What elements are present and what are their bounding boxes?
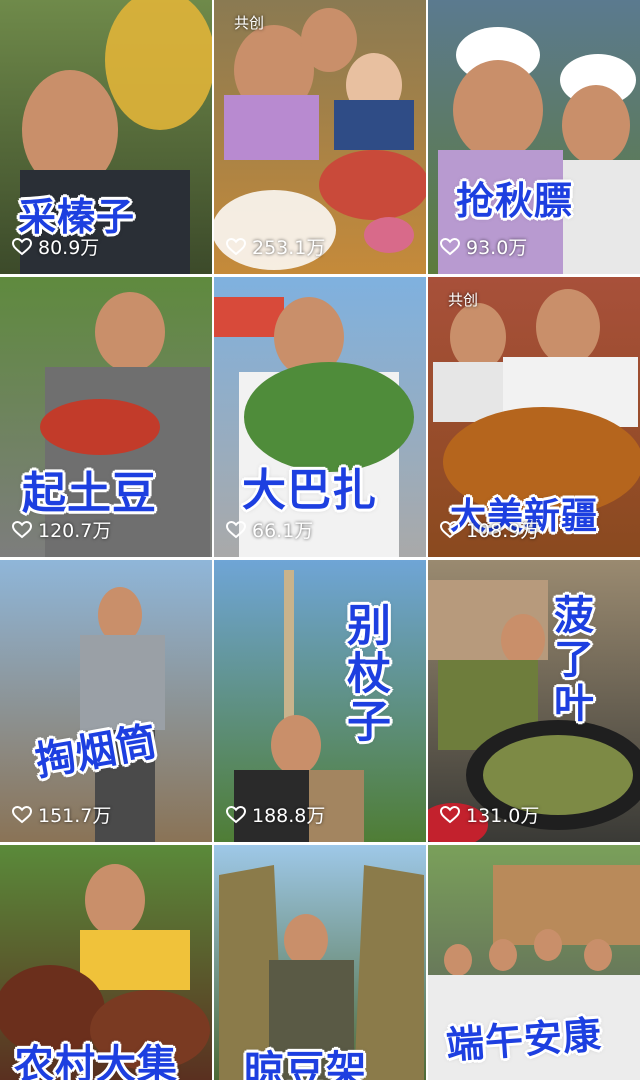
collab-badge: 共创 bbox=[234, 14, 265, 32]
video-tile[interactable]: 菠了叶 131.0万 bbox=[428, 560, 640, 842]
like-count-text: 80.9万 bbox=[38, 237, 100, 259]
video-title: 采榛子 bbox=[17, 195, 136, 239]
heart-icon bbox=[440, 805, 460, 824]
like-count: 120.7万 bbox=[12, 516, 111, 543]
heart-icon bbox=[12, 237, 32, 256]
video-tile[interactable]: 大巴扎 66.1万 bbox=[214, 277, 426, 557]
video-title: 别杖子 bbox=[338, 601, 391, 747]
like-count-text: 253.1万 bbox=[252, 237, 326, 259]
heart-icon bbox=[440, 520, 460, 539]
thumbnail-scene bbox=[219, 865, 424, 1080]
video-tile[interactable]: 共创 253.1万 bbox=[214, 0, 426, 274]
video-title: 农村大集 bbox=[13, 1042, 178, 1080]
like-count: 188.8万 bbox=[226, 801, 325, 828]
video-title: 起土豆 bbox=[21, 468, 157, 519]
heart-icon bbox=[12, 520, 32, 539]
thumbnail-scene bbox=[80, 587, 165, 842]
video-grid: 采榛子 80.9万 共创 253.1万 抢秋膘 93.0万 起土豆 120.7万… bbox=[0, 0, 640, 1080]
like-count-text: 131.0万 bbox=[466, 805, 540, 827]
heart-icon bbox=[226, 520, 246, 539]
like-count-text: 66.1万 bbox=[252, 520, 314, 542]
like-count-text: 151.7万 bbox=[38, 805, 112, 827]
collab-badge: 共创 bbox=[448, 291, 479, 309]
video-tile[interactable]: 端午安康 bbox=[428, 845, 640, 1080]
like-count-text: 120.7万 bbox=[38, 520, 112, 542]
video-tile[interactable]: 采榛子 80.9万 bbox=[0, 0, 212, 274]
video-tile[interactable]: 起土豆 120.7万 bbox=[0, 277, 212, 557]
video-title: 抢秋膘 bbox=[455, 179, 574, 223]
heart-icon bbox=[226, 237, 246, 256]
like-count: 80.9万 bbox=[12, 233, 99, 260]
thumbnail-scene bbox=[234, 570, 364, 842]
video-tile[interactable]: 共创 大美新疆 108.9万 bbox=[428, 277, 640, 557]
video-tile[interactable]: 晾豆架 bbox=[214, 845, 426, 1080]
video-tile[interactable]: 别杖子 188.8万 bbox=[214, 560, 426, 842]
heart-icon bbox=[226, 805, 246, 824]
video-tile[interactable]: 抢秋膘 93.0万 bbox=[428, 0, 640, 274]
like-count-text: 188.8万 bbox=[252, 805, 326, 827]
like-count: 151.7万 bbox=[12, 801, 111, 828]
heart-icon bbox=[12, 805, 32, 824]
like-count-text: 93.0万 bbox=[466, 237, 528, 259]
like-count: 253.1万 bbox=[226, 233, 325, 260]
like-count: 108.9万 bbox=[440, 516, 539, 543]
video-title: 大巴扎 bbox=[241, 465, 377, 516]
heart-icon bbox=[440, 237, 460, 256]
video-tile[interactable]: 农村大集 bbox=[0, 845, 212, 1080]
video-title: 晾豆架 bbox=[243, 1048, 367, 1080]
video-title: 端午安康 bbox=[444, 1012, 605, 1069]
video-title: 菠了叶 bbox=[546, 593, 594, 727]
like-count: 66.1万 bbox=[226, 516, 313, 543]
like-count: 93.0万 bbox=[440, 233, 527, 260]
video-tile[interactable]: 掏烟筒 151.7万 bbox=[0, 560, 212, 842]
thumbnail-scene bbox=[428, 580, 640, 842]
like-count: 131.0万 bbox=[440, 801, 539, 828]
like-count-text: 108.9万 bbox=[466, 520, 540, 542]
